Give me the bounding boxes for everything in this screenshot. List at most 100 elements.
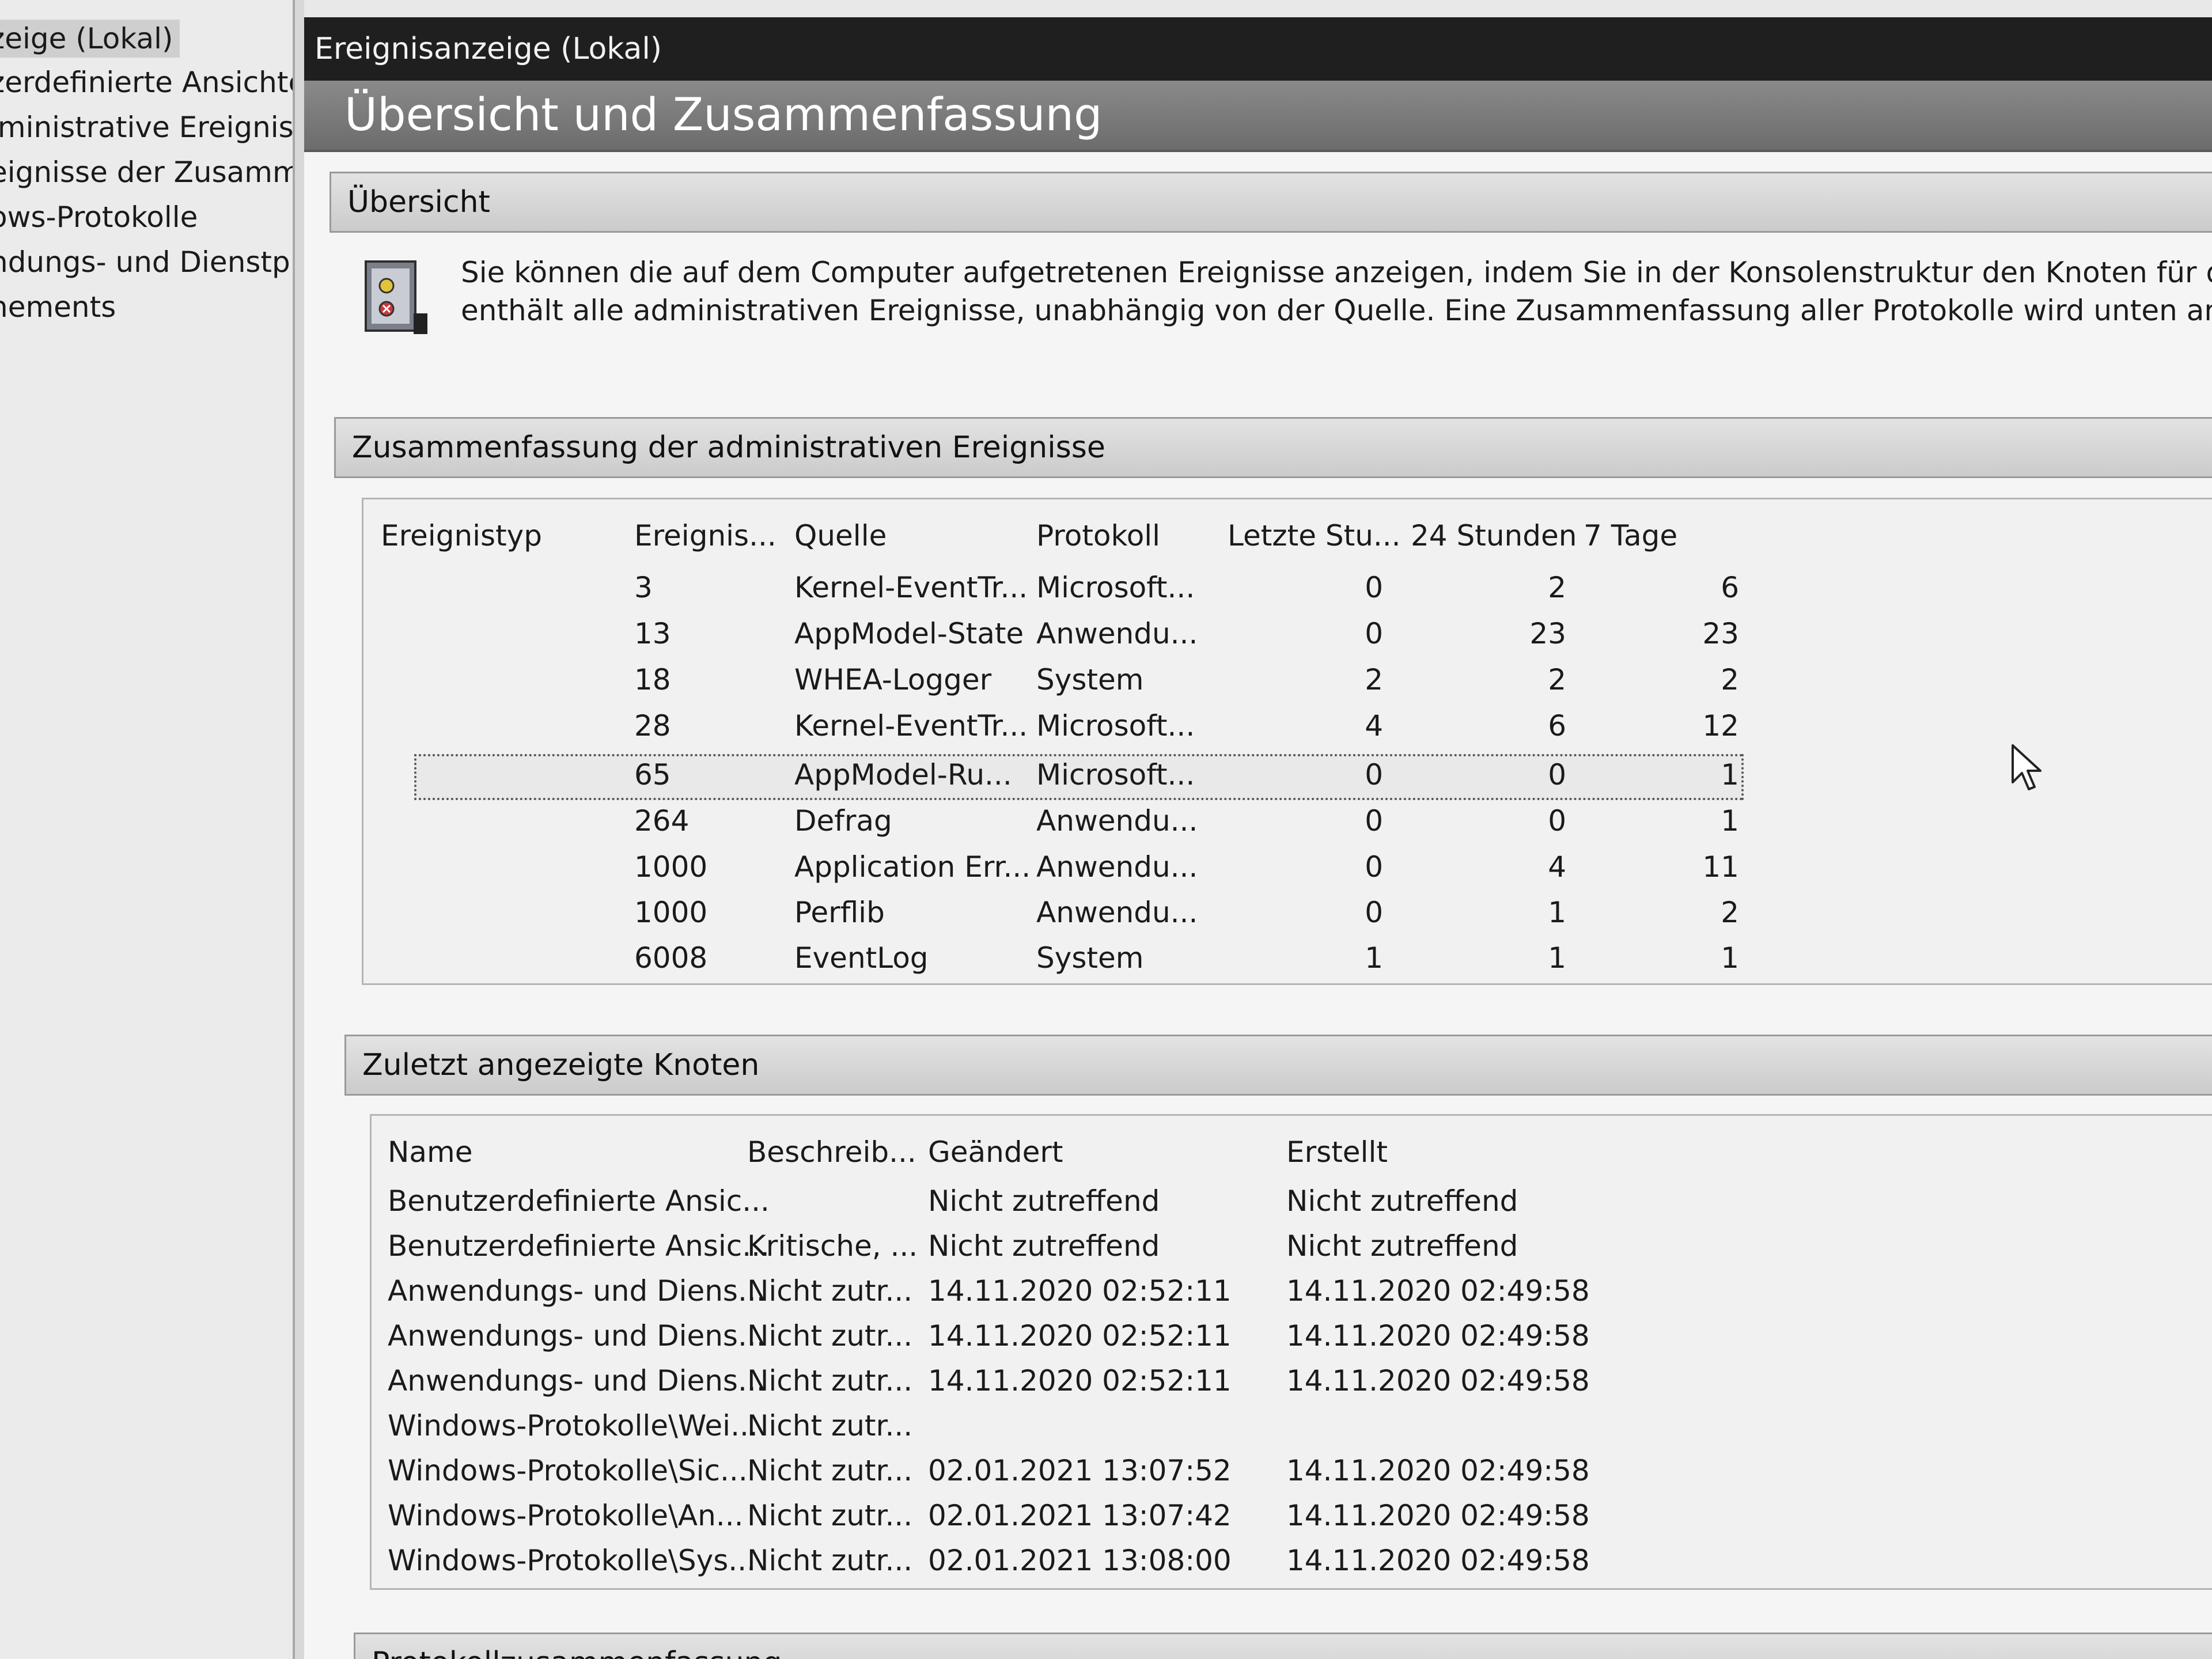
cell-last-hour: 0: [1365, 896, 1383, 929]
tree-item-administrative-events[interactable]: lministrative Ereignisse: [0, 108, 293, 146]
cell-7-days: 23: [1702, 617, 1739, 650]
column-header-event-id[interactable]: Ereignis...: [634, 517, 777, 555]
cell-7-days: 1: [1721, 941, 1739, 975]
cell-modified: 14.11.2020 02:52:11: [928, 1364, 1232, 1397]
page-title: Übersicht und Zusammenfassung: [344, 89, 1103, 141]
cell-last-hour: 0: [1365, 804, 1383, 838]
cell-log: Microsoft...: [1036, 758, 1195, 791]
column-header-24-hours[interactable]: 24 Stunden: [1411, 517, 1577, 555]
main-content: Übersicht Sie können die auf dem Compute…: [304, 152, 2212, 1659]
column-header-7-days[interactable]: 7 Tage: [1584, 517, 1677, 555]
cell-created: Nicht zutreffend: [1286, 1184, 1518, 1218]
cell-log: System: [1036, 941, 1144, 975]
column-header-log[interactable]: Protokoll: [1036, 517, 1160, 555]
cell-name: Windows-Protokolle\Sic...: [388, 1454, 748, 1487]
column-header-description[interactable]: Beschreib...: [747, 1133, 916, 1171]
tree-item-app-service-logs[interactable]: ndungs- und Dienstprot: [0, 243, 293, 281]
cell-7-days: 1: [1721, 758, 1739, 791]
cell-24-hours: 0: [1548, 804, 1566, 838]
cell-last-hour: 0: [1365, 758, 1383, 791]
tree-item-event-viewer-local[interactable]: zeige (Lokal): [0, 20, 180, 58]
column-header-last-hour[interactable]: Letzte Stu...: [1228, 517, 1401, 555]
cell-last-hour: 2: [1365, 663, 1383, 696]
mouse-pointer-icon: [2012, 744, 2041, 790]
cell-created: 14.11.2020 02:49:58: [1286, 1319, 1590, 1353]
cell-7-days: 12: [1702, 709, 1739, 743]
title-band: Übersicht und Zusammenfassung: [304, 81, 2212, 152]
column-header-created[interactable]: Erstellt: [1286, 1133, 1388, 1171]
cell-log: Anwendu...: [1036, 850, 1198, 884]
cell-event-id: 1000: [634, 896, 708, 929]
cell-last-hour: 4: [1365, 709, 1383, 743]
cell-description: Nicht zutr...: [747, 1499, 913, 1532]
tree-item-subscriptions[interactable]: nements: [0, 288, 123, 326]
cell-log: Microsoft...: [1036, 571, 1195, 604]
cell-description: Nicht zutr...: [747, 1544, 913, 1577]
cell-created: 14.11.2020 02:49:58: [1286, 1364, 1590, 1397]
cell-event-id: 18: [634, 663, 671, 696]
admin-events-section-label: Zusammenfassung der administrativen Erei…: [352, 430, 1105, 465]
cell-modified: 02.01.2021 13:07:52: [928, 1454, 1232, 1487]
cell-source: EventLog: [794, 941, 929, 975]
cell-name: Benutzerdefinierte Ansic...: [388, 1229, 770, 1263]
panel-header: Ereignisanzeige (Lokal): [304, 17, 2212, 81]
cell-log: System: [1036, 663, 1144, 696]
cell-24-hours: 2: [1548, 663, 1566, 696]
splitter[interactable]: [295, 0, 304, 1659]
cell-modified: Nicht zutreffend: [928, 1229, 1160, 1263]
cell-source: AppModel-Ru...: [794, 758, 1012, 791]
cell-created: 14.11.2020 02:49:58: [1286, 1499, 1590, 1532]
cell-created: Nicht zutreffend: [1286, 1229, 1518, 1263]
cell-7-days: 1: [1721, 804, 1739, 838]
cell-7-days: 11: [1702, 850, 1739, 884]
log-summary-section-label: Protokollzusammenfassung: [372, 1645, 782, 1659]
cell-source: WHEA-Logger: [794, 663, 992, 696]
admin-events-table[interactable]: Ereignistyp Ereignis... Quelle Protokoll…: [362, 498, 2212, 985]
overview-description-line-2: enthält alle administrativen Ereignisse,…: [461, 294, 2212, 327]
admin-events-section-header[interactable]: Zusammenfassung der administrativen Erei…: [334, 417, 2212, 478]
console-tree[interactable]: zeige (Lokal) zerdefinierte Ansichten lm…: [0, 0, 295, 1659]
column-header-name[interactable]: Name: [388, 1133, 473, 1171]
cell-name: Anwendungs- und Diens...: [388, 1319, 766, 1353]
cell-source: Defrag: [794, 804, 892, 838]
cell-event-id: 3: [634, 571, 653, 604]
cell-modified: 02.01.2021 13:07:42: [928, 1499, 1232, 1532]
cell-last-hour: 0: [1365, 850, 1383, 884]
log-summary-section-header[interactable]: Protokollzusammenfassung: [354, 1633, 2212, 1659]
cell-24-hours: 2: [1548, 571, 1566, 604]
recent-nodes-section-header[interactable]: Zuletzt angezeigte Knoten: [344, 1035, 2212, 1096]
overview-section-header[interactable]: Übersicht: [329, 172, 2212, 233]
recent-nodes-section-label: Zuletzt angezeigte Knoten: [362, 1048, 760, 1082]
event-viewer-window: zeige (Lokal) zerdefinierte Ansichten lm…: [0, 0, 2212, 1659]
column-header-event-type[interactable]: Ereignistyp: [381, 517, 542, 555]
tree-item-custom-views[interactable]: zerdefinierte Ansichten: [0, 63, 293, 101]
cell-created: 14.11.2020 02:49:58: [1286, 1274, 1590, 1308]
cell-modified: 14.11.2020 02:52:11: [928, 1274, 1232, 1308]
cell-source: AppModel-State: [794, 617, 1024, 650]
cell-name: Windows-Protokolle\Sys...: [388, 1544, 756, 1577]
cell-name: Windows-Protokolle\An...: [388, 1499, 744, 1532]
overview-description-line-1: Sie können die auf dem Computer aufgetre…: [461, 256, 2212, 289]
cell-log: Anwendu...: [1036, 804, 1198, 838]
cell-event-id: 264: [634, 804, 690, 838]
event-log-icon: [365, 260, 427, 334]
tree-item-summary-events[interactable]: eignisse der Zusammenf: [0, 153, 293, 191]
cell-modified: Nicht zutreffend: [928, 1184, 1160, 1218]
cell-7-days: 2: [1721, 663, 1739, 696]
tree-item-windows-logs[interactable]: ows-Protokolle: [0, 198, 204, 236]
recent-nodes-table[interactable]: Name Beschreib... Geändert Erstellt Benu…: [370, 1114, 2212, 1590]
cell-description: Nicht zutr...: [747, 1274, 913, 1308]
cell-last-hour: 0: [1365, 617, 1383, 650]
cell-source: Perflib: [794, 896, 885, 929]
column-header-modified[interactable]: Geändert: [928, 1133, 1063, 1171]
cell-event-id: 28: [634, 709, 671, 743]
cell-source: Kernel-EventTr...: [794, 571, 1028, 604]
cell-name: Benutzerdefinierte Ansic...: [388, 1184, 770, 1218]
cell-description: Nicht zutr...: [747, 1364, 913, 1397]
cell-log: Anwendu...: [1036, 896, 1198, 929]
cell-event-id: 6008: [634, 941, 708, 975]
cell-24-hours: 4: [1548, 850, 1566, 884]
cell-modified: 02.01.2021 13:08:00: [928, 1544, 1232, 1577]
column-header-source[interactable]: Quelle: [794, 517, 887, 555]
cell-last-hour: 0: [1365, 571, 1383, 604]
